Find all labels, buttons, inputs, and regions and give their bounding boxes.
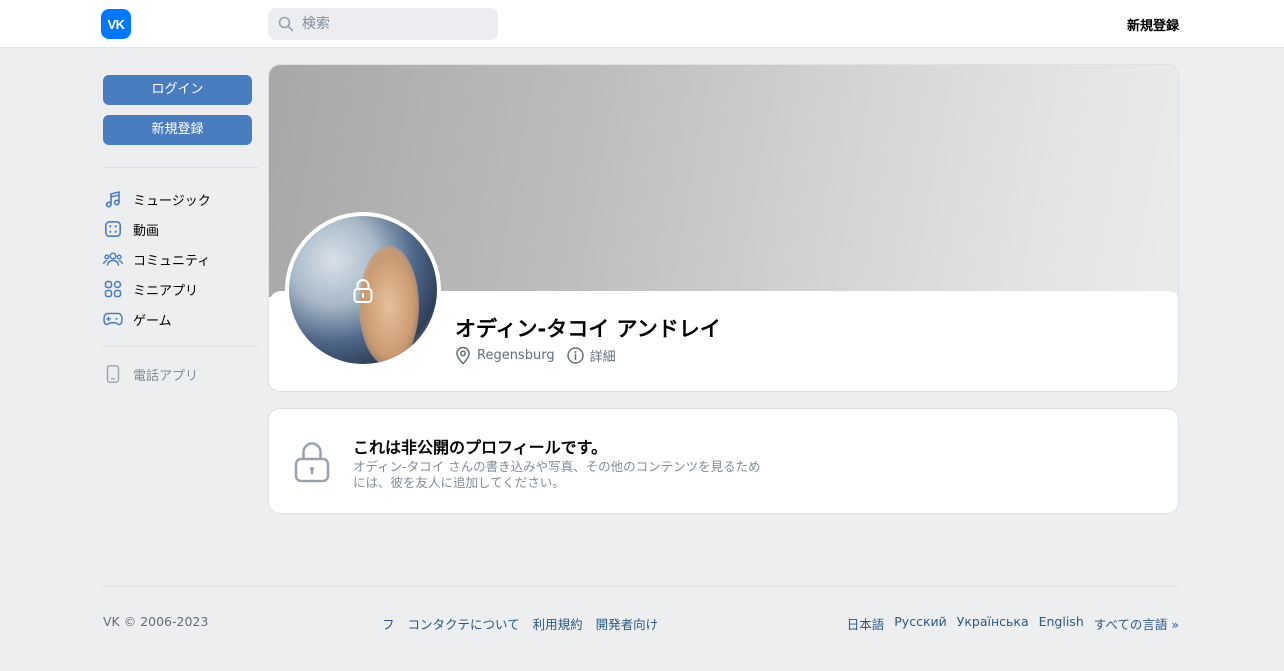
vk-logo[interactable]: VK <box>101 9 131 39</box>
apps-icon <box>103 279 123 299</box>
language-all[interactable]: すべての言語 » <box>1094 614 1179 633</box>
search-input[interactable] <box>302 8 492 40</box>
sidebar-item-games[interactable]: ゲーム <box>103 304 259 334</box>
avatar[interactable] <box>285 212 441 368</box>
private-profile-notice: これは非公開のプロフィールです。 オディン-タコイ さんの書き込みや写真、その他… <box>268 408 1179 514</box>
footer-link-developers[interactable]: 開発者向け <box>596 614 659 633</box>
search-icon <box>278 16 294 32</box>
sidebar-item-label: ミニアプリ <box>133 283 199 299</box>
sidebar-item-label: 動画 <box>133 223 160 239</box>
top-bar: VK 新規登録 <box>0 0 1284 48</box>
sidebar-item-mini-apps[interactable]: ミニアプリ <box>103 274 259 304</box>
sidebar-item-video[interactable]: 動画 <box>103 214 259 244</box>
users-icon <box>103 249 123 269</box>
sidebar-item-phone-app[interactable]: 電話アプリ <box>103 359 259 389</box>
private-title: これは非公開のプロフィールです。 <box>353 438 608 457</box>
video-icon <box>103 219 123 239</box>
info-icon <box>566 347 584 364</box>
profile-name: オディン-タコイ アンドレイ <box>455 317 721 341</box>
footer-languages: 日本語 Русский Українська English すべての言語 » <box>847 614 1179 633</box>
footer-link-terms[interactable]: 利用規約 <box>533 614 583 633</box>
sidebar-item-label: コミュニティ <box>133 253 211 269</box>
music-icon <box>103 189 123 209</box>
location-pin-icon <box>456 346 470 365</box>
sidebar-divider <box>103 167 259 168</box>
profile-card: オディン-タコイ アンドレイ Regensburg 詳細 <box>268 64 1179 392</box>
left-sidebar: ログイン 新規登録 ミュージック 動画 コミュニティ ミニアプリ ゲーム 電話ア… <box>103 75 259 389</box>
footer-link-about[interactable]: コンタクテについて <box>408 614 520 633</box>
language-russian[interactable]: Русский <box>894 614 946 633</box>
profile-location: Regensburg <box>455 346 555 365</box>
language-english[interactable]: English <box>1039 614 1084 633</box>
profile-details-link[interactable]: 詳細 <box>566 346 616 365</box>
sidebar-divider <box>103 346 259 347</box>
footer: VK © 2006-2023 フ コンタクテについて 利用規約 開発者向け 日本… <box>103 614 1179 632</box>
sidebar-item-communities[interactable]: コミュニティ <box>103 244 259 274</box>
language-ukrainian[interactable]: Українська <box>957 614 1029 633</box>
footer-link-f[interactable]: フ <box>382 614 395 633</box>
phone-icon <box>103 364 123 384</box>
header-signup-link[interactable]: 新規登録 <box>1127 15 1179 34</box>
sidebar-item-label: 電話アプリ <box>133 368 199 384</box>
footer-divider <box>103 586 1179 587</box>
search-box[interactable] <box>268 8 498 40</box>
footer-copyright: VK © 2006-2023 <box>103 614 209 629</box>
profile-city: Regensburg <box>477 348 555 363</box>
gamepad-icon <box>103 309 123 329</box>
footer-links: フ コンタクテについて 利用規約 開発者向け <box>382 614 658 633</box>
sidebar-item-music[interactable]: ミュージック <box>103 184 259 214</box>
private-description: オディン-タコイ さんの書き込みや写真、その他のコンテンツを見るためには、彼を友… <box>353 459 761 490</box>
sidebar-item-label: ミュージック <box>133 193 211 209</box>
login-button[interactable]: ログイン <box>103 75 252 105</box>
avatar-image <box>289 216 437 364</box>
lock-icon <box>294 442 330 483</box>
profile-details-label: 詳細 <box>589 350 616 365</box>
lock-icon <box>353 279 373 303</box>
language-japanese[interactable]: 日本語 <box>847 614 885 633</box>
sidebar-item-label: ゲーム <box>133 313 172 329</box>
signup-button[interactable]: 新規登録 <box>103 115 252 145</box>
profile-meta: Regensburg 詳細 <box>455 346 628 365</box>
